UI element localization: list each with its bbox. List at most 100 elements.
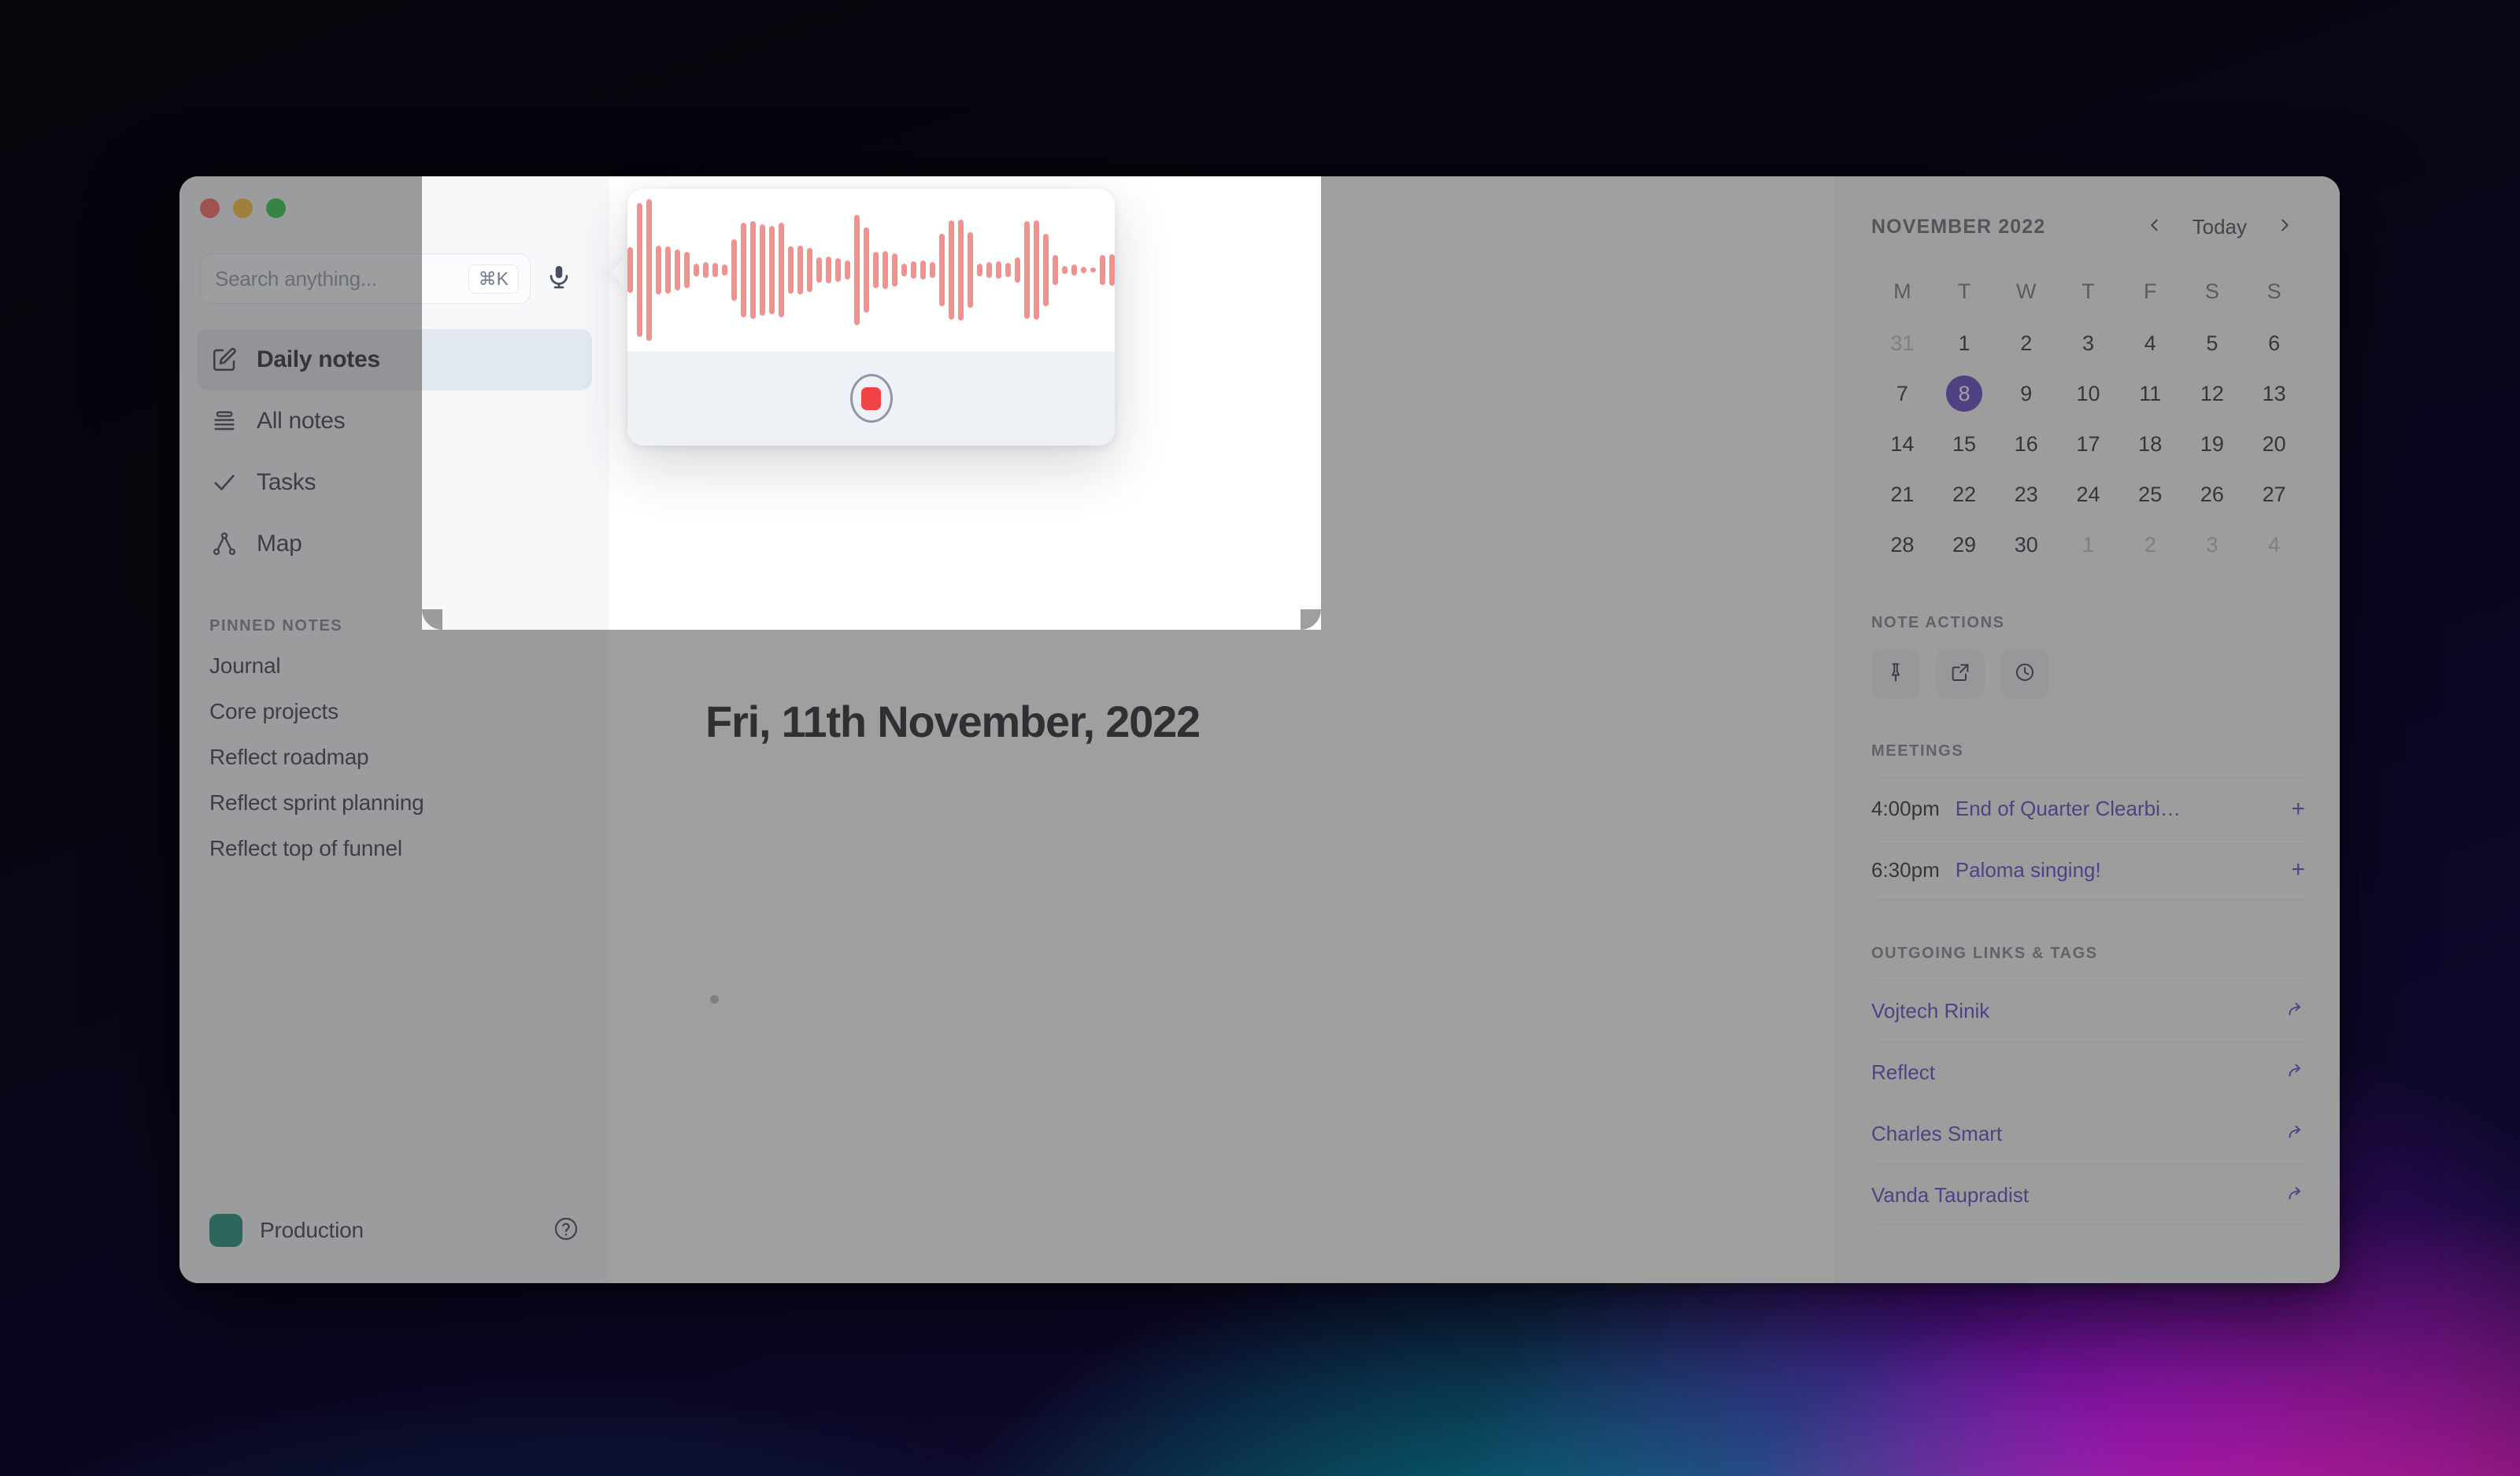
minimize-button[interactable] <box>233 198 253 218</box>
waveform-bar <box>1062 266 1068 274</box>
window-controls <box>179 176 609 230</box>
meeting-title[interactable]: End of Quarter Clearbi… <box>1956 797 2276 821</box>
calendar-day[interactable]: 10 <box>2057 368 2119 419</box>
calendar-day[interactable]: 3 <box>2057 318 2119 368</box>
calendar-day[interactable]: 9 <box>1995 368 2057 419</box>
help-button[interactable] <box>553 1215 579 1246</box>
waveform-bar <box>901 264 907 276</box>
meeting-row[interactable]: 4:00pm End of Quarter Clearbi… + <box>1871 778 2305 839</box>
calendar-day-today[interactable]: 8 <box>1933 368 1996 419</box>
calendar-day[interactable]: 2 <box>1995 318 2057 368</box>
sidebar-item-label: Map <box>257 531 302 557</box>
pinned-notes-list: Journal Core projects Reflect roadmap Re… <box>179 643 609 871</box>
calendar-prev-button[interactable] <box>2134 206 2175 247</box>
calendar-day[interactable]: 22 <box>1933 469 1996 520</box>
calendar-day[interactable]: 21 <box>1871 469 1933 520</box>
calendar-day[interactable]: 6 <box>2243 318 2305 368</box>
calendar-day[interactable]: 16 <box>1995 419 2057 469</box>
sidebar-item-tasks[interactable]: Tasks <box>197 452 592 513</box>
calendar-dow: F <box>2143 279 2157 303</box>
sidebar-item-all-notes[interactable]: All notes <box>197 390 592 452</box>
link-row[interactable]: Reflect <box>1871 1041 2305 1103</box>
calendar-day[interactable]: 14 <box>1871 419 1933 469</box>
calendar-day[interactable]: 4 <box>2243 520 2305 570</box>
calendar-day[interactable]: 24 <box>2057 469 2119 520</box>
calendar-day[interactable]: 26 <box>2181 469 2244 520</box>
pinned-note-item[interactable]: Reflect sprint planning <box>209 780 579 826</box>
pin-note-button[interactable] <box>1871 649 1920 698</box>
calendar-day[interactable]: 4 <box>2119 318 2181 368</box>
link-name[interactable]: Vojtech Rinik <box>1871 999 2269 1023</box>
calendar-day[interactable]: 3 <box>2181 520 2244 570</box>
calendar-day[interactable]: 28 <box>1871 520 1933 570</box>
voice-recorder-popover <box>627 189 1115 446</box>
calendar-day[interactable]: 13 <box>2243 368 2305 419</box>
microphone-button[interactable] <box>535 264 583 294</box>
link-name[interactable]: Charles Smart <box>1871 1122 2269 1146</box>
waveform-bar <box>797 246 803 294</box>
calendar-day[interactable]: 7 <box>1871 368 1933 419</box>
calendar-day[interactable]: 11 <box>2119 368 2181 419</box>
calendar-day[interactable]: 1 <box>2057 520 2119 570</box>
pinned-note-item[interactable]: Reflect roadmap <box>209 734 579 780</box>
search-shortcut-badge: ⌘K <box>468 264 519 294</box>
close-button[interactable] <box>200 198 220 218</box>
note-history-button[interactable] <box>2000 649 2049 698</box>
calendar-dow: T <box>1957 279 1971 303</box>
waveform-bar <box>835 258 841 282</box>
pin-icon <box>1885 661 1907 687</box>
calendar-day[interactable]: 15 <box>1933 419 1996 469</box>
search-input[interactable]: Search anything... ⌘K <box>200 253 531 304</box>
arrow-forward-icon[interactable] <box>2285 1183 2305 1208</box>
pinned-note-item[interactable]: Reflect top of funnel <box>209 826 579 871</box>
calendar-today-button[interactable]: Today <box>2178 206 2261 247</box>
calendar-day-today-label: 8 <box>1946 375 1983 412</box>
workspace-switcher[interactable]: Production <box>179 1214 609 1283</box>
meeting-title[interactable]: Paloma singing! <box>1956 858 2276 882</box>
calendar-day[interactable]: 5 <box>2181 318 2244 368</box>
add-meeting-icon[interactable]: + <box>2291 797 2305 821</box>
calendar-day[interactable]: 25 <box>2119 469 2181 520</box>
calendar-day[interactable]: 1 <box>1933 318 1996 368</box>
pinned-note-item[interactable]: Core projects <box>209 689 579 734</box>
calendar-day[interactable]: 19 <box>2181 419 2244 469</box>
waveform-bar <box>816 257 822 283</box>
link-name[interactable]: Reflect <box>1871 1060 2269 1085</box>
waveform-bar <box>1053 255 1058 285</box>
add-meeting-icon[interactable]: + <box>2291 858 2305 882</box>
calendar-day[interactable]: 27 <box>2243 469 2305 520</box>
arrow-forward-icon[interactable] <box>2285 999 2305 1023</box>
link-row[interactable]: Charles Smart <box>1871 1103 2305 1164</box>
calendar-day[interactable]: 12 <box>2181 368 2244 419</box>
link-name[interactable]: Vanda Taupradist <box>1871 1183 2269 1208</box>
calendar-next-button[interactable] <box>2264 206 2305 247</box>
zoom-button[interactable] <box>266 198 286 218</box>
recorder-controls <box>627 351 1115 446</box>
waveform-bar <box>977 264 982 276</box>
waveform-bar <box>1109 254 1115 286</box>
calendar-day[interactable]: 29 <box>1933 520 1996 570</box>
calendar-day[interactable]: 31 <box>1871 318 1933 368</box>
meeting-row[interactable]: 6:30pm Paloma singing! + <box>1871 839 2305 901</box>
stop-recording-button[interactable] <box>849 374 893 423</box>
calendar-day[interactable]: 18 <box>2119 419 2181 469</box>
link-row[interactable]: Vojtech Rinik <box>1871 980 2305 1041</box>
audio-waveform <box>627 189 1115 351</box>
open-note-external-button[interactable] <box>1936 649 1985 698</box>
arrow-forward-icon[interactable] <box>2285 1060 2305 1085</box>
calendar-day[interactable]: 2 <box>2119 520 2181 570</box>
calendar-day[interactable]: 17 <box>2057 419 2119 469</box>
sidebar-item-daily-notes[interactable]: Daily notes <box>197 329 592 390</box>
note-actions-row <box>1871 649 2305 698</box>
calendar-day[interactable]: 20 <box>2243 419 2305 469</box>
pinned-note-item[interactable]: Journal <box>209 643 579 689</box>
waveform-bar <box>656 246 661 294</box>
sidebar-item-map[interactable]: Map <box>197 513 592 575</box>
calendar-day[interactable]: 30 <box>1995 520 2057 570</box>
waveform-bar <box>1043 234 1049 306</box>
calendar-day[interactable]: 23 <box>1995 469 2057 520</box>
pinned-notes-heading: PINNED NOTES <box>209 617 343 634</box>
calendar-header: NOVEMBER 2022 Today <box>1871 205 2305 249</box>
link-row[interactable]: Vanda Taupradist <box>1871 1164 2305 1226</box>
arrow-forward-icon[interactable] <box>2285 1122 2305 1146</box>
